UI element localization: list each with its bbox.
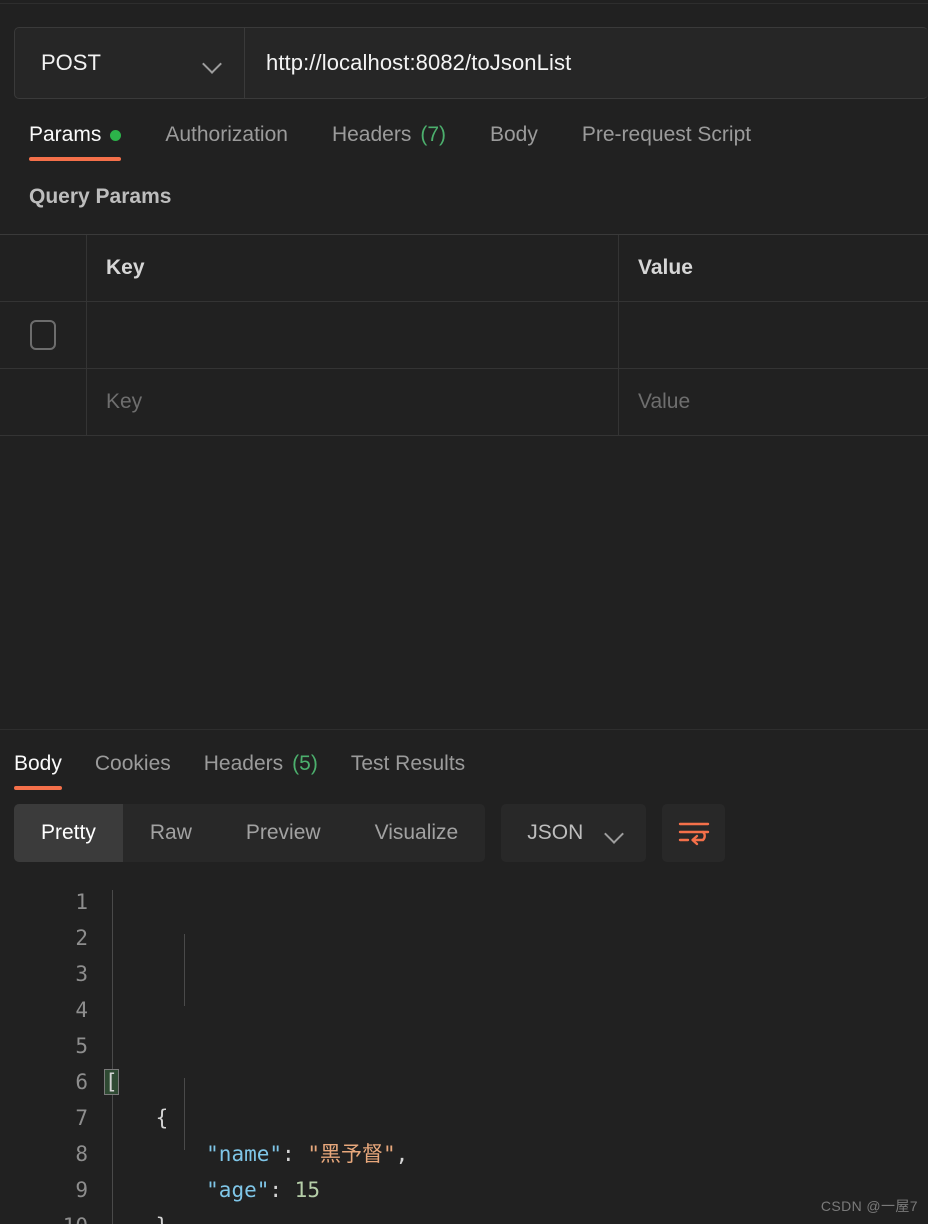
tab-headers-count: (7) — [420, 123, 446, 146]
code-line-number: 8 — [75, 1142, 88, 1166]
tab-response-headers[interactable]: Headers (5) — [204, 752, 318, 790]
url-text: http://localhost:8082/toJsonList — [266, 50, 572, 75]
tab-body-label: Body — [490, 123, 538, 146]
url-bar-container: POST http://localhost:8082/toJsonList — [0, 4, 928, 99]
view-mode-pretty[interactable]: Pretty — [14, 804, 123, 862]
word-wrap-icon — [678, 822, 709, 846]
request-tab-bar: Params Authorization Headers (7) Body Pr… — [0, 99, 928, 161]
header-cell-checkbox — [0, 235, 87, 301]
code-line: }, — [105, 1208, 928, 1224]
table-new-row[interactable]: Key Value — [0, 369, 928, 436]
new-row-checkbox-cell — [0, 369, 87, 435]
tab-headers-label: Headers — [331, 123, 412, 146]
code-line-number: 6 — [75, 1070, 88, 1094]
view-mode-segmented-control: Pretty Raw Preview Visualize — [14, 804, 486, 862]
http-method-label: POST — [41, 50, 101, 75]
table-header-row: Key Value — [0, 235, 928, 302]
code-token: : — [269, 1178, 295, 1202]
code-line-number: 10 — [0, 1208, 88, 1224]
watermark: CSDN @一屋7 — [820, 1198, 918, 1214]
code-line-number: 2 — [75, 926, 88, 950]
indent-guide — [184, 934, 185, 1006]
url-bar: POST http://localhost:8082/toJsonList — [14, 27, 928, 99]
response-code-viewer[interactable]: 1 2 3 4 5 6 7 8 9 10 [ { "name": "黑予督", "age": 15… — [0, 862, 928, 1224]
tab-body[interactable]: Body — [490, 123, 538, 161]
code-line-number: 7 — [75, 1106, 88, 1130]
tab-test-results[interactable]: Test Results — [351, 752, 465, 790]
tab-params-label: Params — [29, 123, 102, 146]
row-checkbox[interactable] — [30, 320, 56, 350]
params-modified-dot-icon — [110, 129, 122, 141]
code-token: "黑予督" — [307, 1142, 396, 1166]
response-format-label: JSON — [527, 821, 584, 844]
code-line-number: 5 — [75, 1034, 88, 1058]
header-cell-value: Value — [638, 256, 693, 279]
view-mode-raw[interactable]: Raw — [123, 804, 219, 862]
postman-window: POST http://localhost:8082/toJsonList Pa… — [0, 0, 928, 1224]
query-params-title: Query Params — [29, 185, 172, 208]
row-value-input[interactable] — [619, 302, 928, 368]
code-line-number: 9 — [75, 1178, 88, 1202]
code-token: { — [105, 1106, 169, 1130]
code-token: "name" — [206, 1142, 283, 1166]
row-checkbox-cell — [0, 302, 87, 368]
chevron-down-icon — [203, 54, 222, 73]
tab-response-headers-label: Headers — [203, 752, 284, 775]
code-token: : — [282, 1142, 308, 1166]
code-line: { — [105, 1100, 928, 1136]
code-token: [ — [104, 1069, 119, 1095]
code-line: [ — [104, 1064, 928, 1100]
word-wrap-button[interactable] — [662, 804, 726, 862]
code-token: "age" — [206, 1178, 270, 1202]
new-row-key-input[interactable]: Key — [87, 369, 619, 435]
chevron-down-icon — [605, 824, 624, 843]
tab-test-results-label: Test Results — [350, 752, 466, 775]
response-tab-bar: Body Cookies Headers (5) Test Results — [0, 730, 928, 790]
view-mode-preview[interactable]: Preview — [219, 804, 348, 862]
tab-authorization[interactable]: Authorization — [165, 123, 288, 161]
view-mode-visualize[interactable]: Visualize — [348, 804, 486, 862]
header-cell-key: Key — [87, 235, 619, 301]
code-content[interactable]: [ { "name": "黑予督", "age": 15 }, { "name"… — [104, 884, 928, 1224]
code-token: , — [395, 1142, 409, 1166]
code-line-numbers: 1 2 3 4 5 6 7 8 9 10 — [0, 884, 105, 1224]
tab-pre-request-script-label: Pre-request Script — [581, 123, 752, 146]
response-format-select[interactable]: JSON — [501, 804, 647, 862]
code-line-number: 3 — [75, 962, 88, 986]
code-line: "age": 15 — [105, 1172, 928, 1208]
query-params-table: Key Value Key Value — [0, 234, 928, 436]
tab-response-headers-count: (5) — [292, 752, 318, 775]
url-input[interactable]: http://localhost:8082/toJsonList — [245, 28, 928, 98]
row-key-input[interactable] — [87, 302, 619, 368]
tab-params[interactable]: Params — [29, 123, 122, 161]
code-line-number: 1 — [75, 890, 88, 914]
tab-authorization-label: Authorization — [165, 123, 288, 146]
code-token: }, — [105, 1214, 181, 1224]
code-line: "name": "黑予督", — [105, 1136, 928, 1172]
tab-response-body-label: Body — [14, 752, 62, 775]
http-method-select[interactable]: POST — [15, 28, 245, 98]
code-token: 15 — [294, 1178, 320, 1202]
tab-pre-request-script[interactable]: Pre-request Script — [582, 123, 751, 161]
table-row[interactable] — [0, 302, 928, 369]
tab-response-body[interactable]: Body — [14, 752, 62, 790]
code-line-number: 4 — [75, 998, 88, 1022]
response-view-toolbar: Pretty Raw Preview Visualize JSON — [0, 790, 928, 862]
tab-response-cookies[interactable]: Cookies — [95, 752, 171, 790]
tab-response-cookies-label: Cookies — [94, 752, 171, 775]
response-panel: Body Cookies Headers (5) Test Results Pr… — [0, 729, 928, 1224]
request-empty-space — [0, 436, 928, 729]
tab-headers[interactable]: Headers (7) — [332, 123, 446, 161]
new-row-value-input[interactable]: Value — [619, 369, 928, 435]
